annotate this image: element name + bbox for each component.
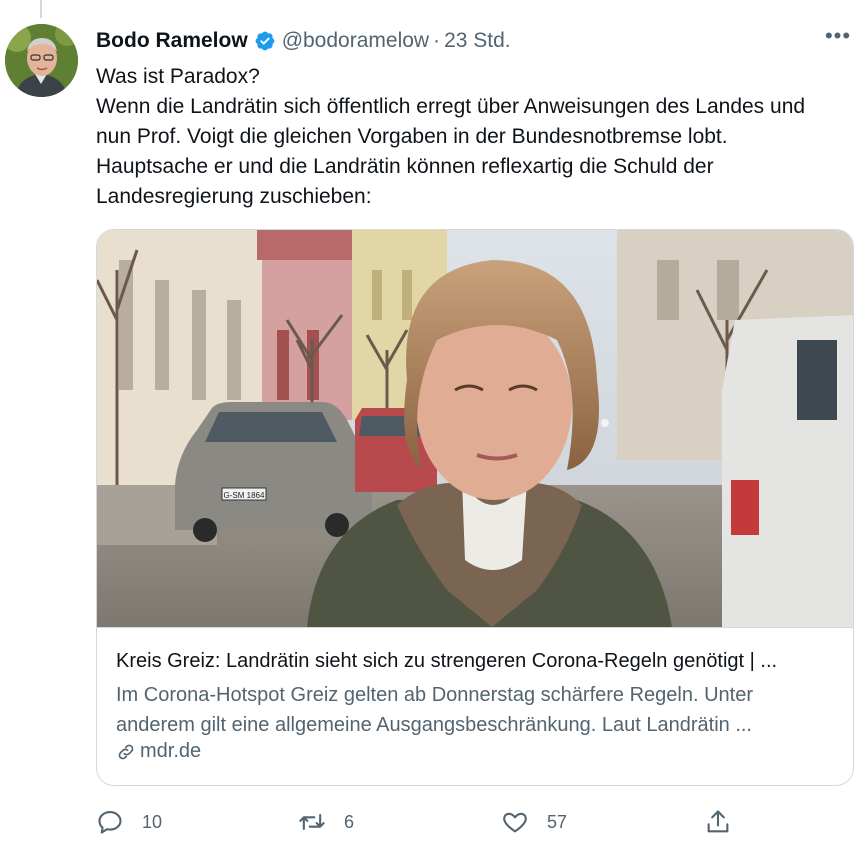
more-options-icon[interactable]: ••• bbox=[824, 25, 852, 52]
card-domain-text: mdr.de bbox=[140, 740, 202, 762]
car-license-plate: G-SM 1864 bbox=[224, 491, 265, 500]
share-icon bbox=[707, 810, 729, 833]
tweet-timestamp[interactable]: 23 Std. bbox=[444, 29, 511, 53]
card-description-line: anderem gilt eine allgemeine Ausgangsbes… bbox=[116, 714, 752, 736]
heart-icon bbox=[503, 812, 527, 833]
card-description-line: Im Corona-Hotspot Greiz gelten ab Donner… bbox=[116, 684, 753, 706]
retweet-icon bbox=[299, 813, 325, 831]
author-name[interactable]: Bodo Ramelow bbox=[96, 29, 248, 53]
reply-icon bbox=[98, 811, 122, 834]
thread-connector-line bbox=[40, 0, 42, 18]
author-handle[interactable]: @bodoramelow bbox=[282, 29, 429, 53]
reply-button[interactable]: 10 bbox=[96, 804, 162, 840]
tweet-header: Bodo Ramelow @bodoramelow · 23 Std. ••• bbox=[96, 25, 856, 56]
like-button[interactable]: 57 bbox=[501, 804, 567, 840]
like-count: 57 bbox=[547, 811, 568, 832]
link-preview-card[interactable]: G-SM 1864 Kreis Greiz: Landrätin sieht s… bbox=[96, 229, 854, 786]
card-text-area: Kreis Greiz: Landrätin sieht sich zu str… bbox=[97, 627, 853, 785]
retweet-count: 6 bbox=[344, 811, 355, 832]
avatar[interactable] bbox=[5, 24, 78, 97]
verified-badge-icon bbox=[255, 31, 275, 51]
reply-count: 10 bbox=[142, 811, 163, 832]
share-button[interactable] bbox=[704, 804, 732, 840]
tweet-actions-bar: 10 6 57 bbox=[96, 804, 856, 840]
tweet-text-line: nun Prof. Voigt die gleichen Vorgaben in… bbox=[96, 125, 728, 148]
retweet-button[interactable]: 6 bbox=[298, 804, 354, 840]
tweet-text-line: Wenn die Landrätin sich öffentlich erreg… bbox=[96, 95, 806, 118]
tweet-text: Was ist Paradox? Wenn die Landrätin sich… bbox=[96, 62, 846, 212]
avatar-image bbox=[5, 24, 78, 97]
card-description: Im Corona-Hotspot Greiz gelten ab Donner… bbox=[116, 680, 836, 740]
header-separator: · bbox=[433, 29, 441, 52]
card-title: Kreis Greiz: Landrätin sieht sich zu str… bbox=[116, 650, 778, 672]
link-icon bbox=[118, 744, 134, 759]
card-domain: mdr.de bbox=[116, 740, 201, 763]
tweet-text-line: Hauptsache er und die Landrätin können r… bbox=[96, 155, 714, 178]
card-image: G-SM 1864 bbox=[97, 230, 853, 627]
tweet-text-line: Landesregierung zuschieben: bbox=[96, 185, 372, 208]
tweet-text-line: Was ist Paradox? bbox=[96, 65, 260, 88]
